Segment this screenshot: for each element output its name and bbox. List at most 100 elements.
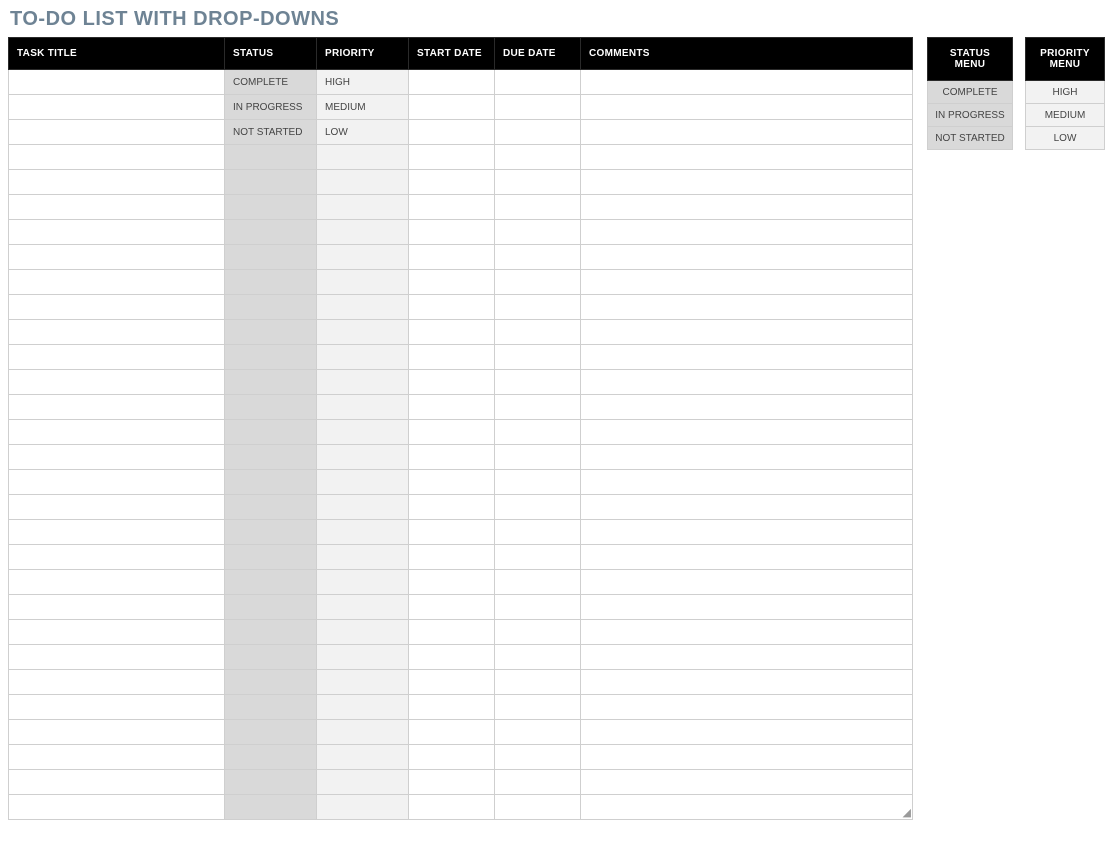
priority-cell[interactable] (317, 545, 409, 570)
status-cell[interactable] (225, 595, 317, 620)
start-cell[interactable] (409, 395, 495, 420)
status-cell[interactable] (225, 270, 317, 295)
comments-cell[interactable] (581, 645, 913, 670)
start-cell[interactable] (409, 195, 495, 220)
status-cell[interactable] (225, 620, 317, 645)
status-cell[interactable] (225, 520, 317, 545)
task-cell[interactable] (9, 645, 225, 670)
task-cell[interactable] (9, 420, 225, 445)
priority-cell[interactable] (317, 345, 409, 370)
priority-cell[interactable] (317, 220, 409, 245)
start-cell[interactable] (409, 470, 495, 495)
comments-cell[interactable] (581, 195, 913, 220)
priority-cell[interactable] (317, 395, 409, 420)
due-cell[interactable] (495, 220, 581, 245)
status-cell[interactable] (225, 195, 317, 220)
task-cell[interactable] (9, 695, 225, 720)
status-cell[interactable] (225, 570, 317, 595)
priority-cell[interactable] (317, 295, 409, 320)
start-cell[interactable] (409, 545, 495, 570)
due-cell[interactable] (495, 620, 581, 645)
start-cell[interactable] (409, 345, 495, 370)
task-cell[interactable] (9, 70, 225, 95)
due-cell[interactable] (495, 295, 581, 320)
start-cell[interactable] (409, 95, 495, 120)
priority-cell[interactable] (317, 745, 409, 770)
status-cell[interactable] (225, 445, 317, 470)
task-cell[interactable] (9, 670, 225, 695)
due-cell[interactable] (495, 595, 581, 620)
start-cell[interactable] (409, 270, 495, 295)
priority-cell[interactable] (317, 270, 409, 295)
due-cell[interactable] (495, 470, 581, 495)
comments-cell[interactable] (581, 720, 913, 745)
priority-cell[interactable] (317, 145, 409, 170)
comments-cell[interactable] (581, 745, 913, 770)
start-cell[interactable] (409, 295, 495, 320)
due-cell[interactable] (495, 245, 581, 270)
due-cell[interactable] (495, 670, 581, 695)
status-cell[interactable] (225, 395, 317, 420)
status-cell[interactable] (225, 320, 317, 345)
task-cell[interactable] (9, 745, 225, 770)
status-cell[interactable]: COMPLETE (225, 70, 317, 95)
start-cell[interactable] (409, 570, 495, 595)
task-cell[interactable] (9, 570, 225, 595)
priority-cell[interactable]: HIGH (317, 70, 409, 95)
task-cell[interactable] (9, 145, 225, 170)
start-cell[interactable] (409, 670, 495, 695)
start-cell[interactable] (409, 320, 495, 345)
status-cell[interactable] (225, 495, 317, 520)
due-cell[interactable] (495, 695, 581, 720)
task-cell[interactable] (9, 120, 225, 145)
status-cell[interactable] (225, 795, 317, 820)
task-cell[interactable] (9, 495, 225, 520)
status-cell[interactable]: IN PROGRESS (225, 95, 317, 120)
start-cell[interactable] (409, 220, 495, 245)
comments-cell[interactable] (581, 670, 913, 695)
comments-cell[interactable] (581, 545, 913, 570)
start-cell[interactable] (409, 145, 495, 170)
due-cell[interactable] (495, 795, 581, 820)
task-cell[interactable] (9, 295, 225, 320)
due-cell[interactable] (495, 395, 581, 420)
priority-cell[interactable] (317, 320, 409, 345)
due-cell[interactable] (495, 445, 581, 470)
status-cell[interactable] (225, 545, 317, 570)
status-cell[interactable] (225, 770, 317, 795)
status-menu-item[interactable]: COMPLETE (928, 81, 1013, 104)
due-cell[interactable] (495, 770, 581, 795)
comments-cell[interactable] (581, 570, 913, 595)
comments-cell[interactable] (581, 595, 913, 620)
comments-cell[interactable] (581, 420, 913, 445)
task-cell[interactable] (9, 520, 225, 545)
priority-cell[interactable] (317, 595, 409, 620)
priority-menu-item[interactable]: MEDIUM (1026, 104, 1105, 127)
start-cell[interactable] (409, 120, 495, 145)
task-cell[interactable] (9, 270, 225, 295)
start-cell[interactable] (409, 445, 495, 470)
start-cell[interactable] (409, 695, 495, 720)
priority-cell[interactable] (317, 645, 409, 670)
task-cell[interactable] (9, 395, 225, 420)
start-cell[interactable] (409, 620, 495, 645)
priority-cell[interactable] (317, 470, 409, 495)
start-cell[interactable] (409, 770, 495, 795)
due-cell[interactable] (495, 420, 581, 445)
priority-cell[interactable] (317, 195, 409, 220)
status-cell[interactable] (225, 670, 317, 695)
priority-cell[interactable] (317, 170, 409, 195)
task-cell[interactable] (9, 245, 225, 270)
start-cell[interactable] (409, 645, 495, 670)
start-cell[interactable] (409, 495, 495, 520)
start-cell[interactable] (409, 795, 495, 820)
comments-cell[interactable] (581, 270, 913, 295)
comments-cell[interactable] (581, 620, 913, 645)
task-cell[interactable] (9, 170, 225, 195)
due-cell[interactable] (495, 145, 581, 170)
priority-cell[interactable] (317, 445, 409, 470)
status-cell[interactable] (225, 245, 317, 270)
status-cell[interactable] (225, 470, 317, 495)
priority-cell[interactable] (317, 370, 409, 395)
status-cell[interactable] (225, 220, 317, 245)
